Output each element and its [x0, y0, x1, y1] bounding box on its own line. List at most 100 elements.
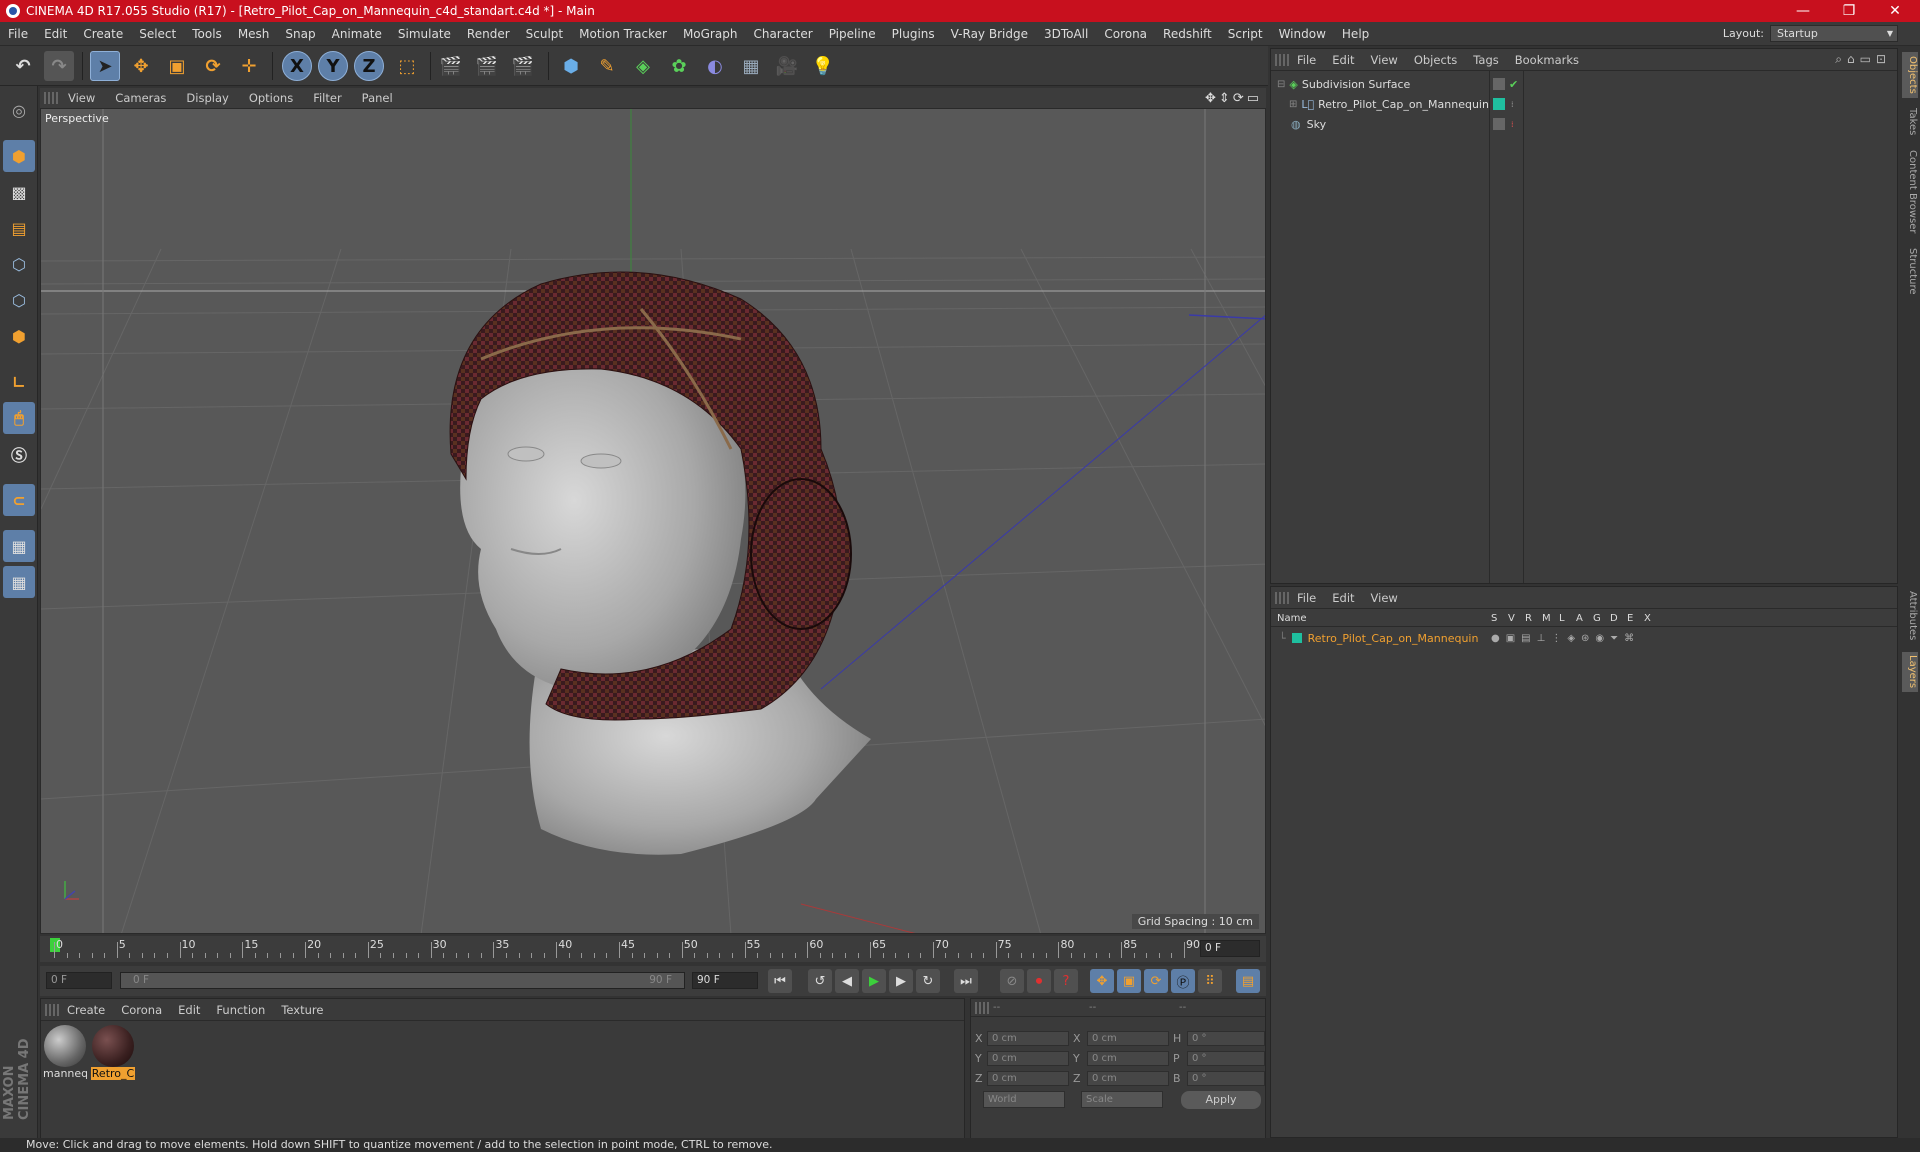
- menu-mograph[interactable]: MoGraph: [675, 27, 746, 41]
- autokey-icon[interactable]: ?: [1054, 969, 1078, 993]
- key-rotation-icon[interactable]: ⟳: [1144, 969, 1168, 993]
- layer-menu-view[interactable]: View: [1363, 591, 1406, 605]
- menu-character[interactable]: Character: [745, 27, 820, 41]
- tab-objects[interactable]: Objects: [1902, 52, 1918, 98]
- close-button[interactable]: ✕: [1872, 0, 1918, 22]
- scale-icon[interactable]: ▣: [162, 51, 192, 81]
- move-icon[interactable]: ✥: [126, 51, 156, 81]
- start-frame-field[interactable]: 0 F: [46, 972, 112, 989]
- end-frame-field[interactable]: 90 F: [692, 972, 758, 989]
- points-mode-icon[interactable]: ⬡: [3, 248, 35, 280]
- menu-tools[interactable]: Tools: [184, 27, 230, 41]
- model-mode-icon[interactable]: ⬢: [3, 140, 35, 172]
- render-settings-icon[interactable]: 🎬: [508, 51, 538, 81]
- layer-menu-file[interactable]: File: [1289, 591, 1324, 605]
- viewport-menu-view[interactable]: View: [58, 91, 105, 105]
- menu-mesh[interactable]: Mesh: [230, 27, 278, 41]
- minimize-button[interactable]: —: [1780, 0, 1826, 22]
- material-menu-texture[interactable]: Texture: [273, 1003, 331, 1017]
- material-menu-corona[interactable]: Corona: [113, 1003, 170, 1017]
- menu-simulate[interactable]: Simulate: [390, 27, 459, 41]
- live-selection-icon[interactable]: ➤: [90, 51, 120, 81]
- layer-color-swatch[interactable]: [1291, 633, 1302, 643]
- key-parameter-icon[interactable]: Ⓟ: [1171, 969, 1195, 993]
- menu-redshift[interactable]: Redshift: [1155, 27, 1220, 41]
- snap-icon[interactable]: ⊂: [3, 484, 35, 516]
- object-menu-edit[interactable]: Edit: [1324, 53, 1362, 67]
- material-menu-function[interactable]: Function: [208, 1003, 273, 1017]
- viewport-menu-display[interactable]: Display: [176, 91, 238, 105]
- next-key-icon[interactable]: ↻: [916, 969, 940, 993]
- cube-object-icon[interactable]: ⬢: [556, 51, 586, 81]
- current-frame-field[interactable]: 0 F: [1200, 940, 1260, 957]
- menu-help[interactable]: Help: [1334, 27, 1377, 41]
- menu-motion-tracker[interactable]: Motion Tracker: [571, 27, 675, 41]
- layout-dropdown[interactable]: Startup: [1770, 25, 1898, 42]
- tab-structure[interactable]: Structure: [1902, 244, 1918, 298]
- restore-button[interactable]: ❐: [1826, 0, 1872, 22]
- viewport-menu-panel[interactable]: Panel: [352, 91, 403, 105]
- axis-mode-icon[interactable]: ∟: [3, 366, 35, 398]
- menu-create[interactable]: Create: [75, 27, 131, 41]
- edges-mode-icon[interactable]: ⬡: [3, 284, 35, 316]
- object-row[interactable]: ◍ Sky ⁞: [1271, 115, 1897, 133]
- coordinate-system-icon[interactable]: ⬚: [392, 51, 422, 81]
- menu-select[interactable]: Select: [131, 27, 184, 41]
- rotation-b-field[interactable]: 0 °: [1187, 1070, 1265, 1086]
- object-search-home-icons[interactable]: ⌕⌂▭⊡: [1835, 52, 1891, 67]
- size-z-field[interactable]: 0 cm: [1087, 1070, 1169, 1086]
- z-axis-lock-button[interactable]: Z: [354, 51, 384, 81]
- light-icon[interactable]: 💡: [808, 51, 838, 81]
- record-icon[interactable]: ⏺: [1027, 969, 1051, 993]
- undo-icon[interactable]: ↶: [8, 51, 38, 81]
- position-y-field[interactable]: 0 cm: [987, 1050, 1069, 1066]
- cloner-icon[interactable]: ✿: [664, 51, 694, 81]
- previous-frame-icon[interactable]: ◀: [835, 969, 859, 993]
- visibility-dots-icon[interactable]: ⁞: [1511, 120, 1514, 129]
- material-swatch[interactable]: Retro_C: [91, 1025, 135, 1081]
- frame-range-slider[interactable]: 0 F 90 F: [120, 972, 685, 989]
- object-menu-file[interactable]: File: [1289, 53, 1324, 67]
- expand-icon[interactable]: ⊞: [1289, 99, 1297, 110]
- layer-menu-edit[interactable]: Edit: [1324, 591, 1362, 605]
- size-mode-dropdown[interactable]: Scale: [1081, 1091, 1163, 1108]
- camera-icon[interactable]: 🎥: [772, 51, 802, 81]
- timeline-window-icon[interactable]: ▤: [1236, 969, 1260, 993]
- pen-spline-icon[interactable]: ✎: [592, 51, 622, 81]
- visibility-toggle-icon[interactable]: [1493, 118, 1505, 130]
- key-pla-icon[interactable]: ⠿: [1198, 969, 1222, 993]
- tab-content-browser[interactable]: Content Browser: [1902, 146, 1918, 238]
- rotate-icon[interactable]: ⟳: [198, 51, 228, 81]
- key-scale-icon[interactable]: ▣: [1117, 969, 1141, 993]
- deformer-icon[interactable]: ◐: [700, 51, 730, 81]
- viewport-menu-filter[interactable]: Filter: [303, 91, 351, 105]
- render-picture-viewer-icon[interactable]: 🎬: [472, 51, 502, 81]
- move-all-icon[interactable]: ✛: [234, 51, 264, 81]
- texture-mode-icon[interactable]: ▩: [3, 176, 35, 208]
- menu-3dtoall[interactable]: 3DToAll: [1036, 27, 1096, 41]
- viewport-menu-cameras[interactable]: Cameras: [105, 91, 176, 105]
- layer-row[interactable]: └ Retro_Pilot_Cap_on_Mannequin ●▣▤⊥⋮◈⊛◉⏷…: [1271, 629, 1897, 647]
- render-view-icon[interactable]: 🎬: [436, 51, 466, 81]
- workplane-icon[interactable]: ▤: [3, 212, 35, 244]
- planar-workplane-icon[interactable]: ▦: [3, 566, 35, 598]
- play-icon[interactable]: ▶: [862, 969, 886, 993]
- rotation-p-field[interactable]: 0 °: [1187, 1050, 1265, 1066]
- keyframe-selection-icon[interactable]: ⊘: [1000, 969, 1024, 993]
- collapse-icon[interactable]: ⊟: [1277, 79, 1285, 90]
- go-to-start-icon[interactable]: ⏮: [768, 969, 792, 993]
- rotation-h-field[interactable]: 0 °: [1187, 1030, 1265, 1046]
- object-menu-tags[interactable]: Tags: [1465, 53, 1506, 67]
- object-menu-objects[interactable]: Objects: [1406, 53, 1465, 67]
- menu-snap[interactable]: Snap: [277, 27, 323, 41]
- menu-script[interactable]: Script: [1220, 27, 1271, 41]
- enabled-check-icon[interactable]: ✔: [1509, 78, 1518, 91]
- position-z-field[interactable]: 0 cm: [987, 1070, 1069, 1086]
- menu-window[interactable]: Window: [1271, 27, 1334, 41]
- go-to-end-icon[interactable]: ⏭: [954, 969, 978, 993]
- menu-file[interactable]: File: [0, 27, 36, 41]
- y-axis-lock-button[interactable]: Y: [318, 51, 348, 81]
- material-swatch[interactable]: manneq: [43, 1025, 87, 1081]
- key-position-icon[interactable]: ✥: [1090, 969, 1114, 993]
- floor-object-icon[interactable]: ▦: [736, 51, 766, 81]
